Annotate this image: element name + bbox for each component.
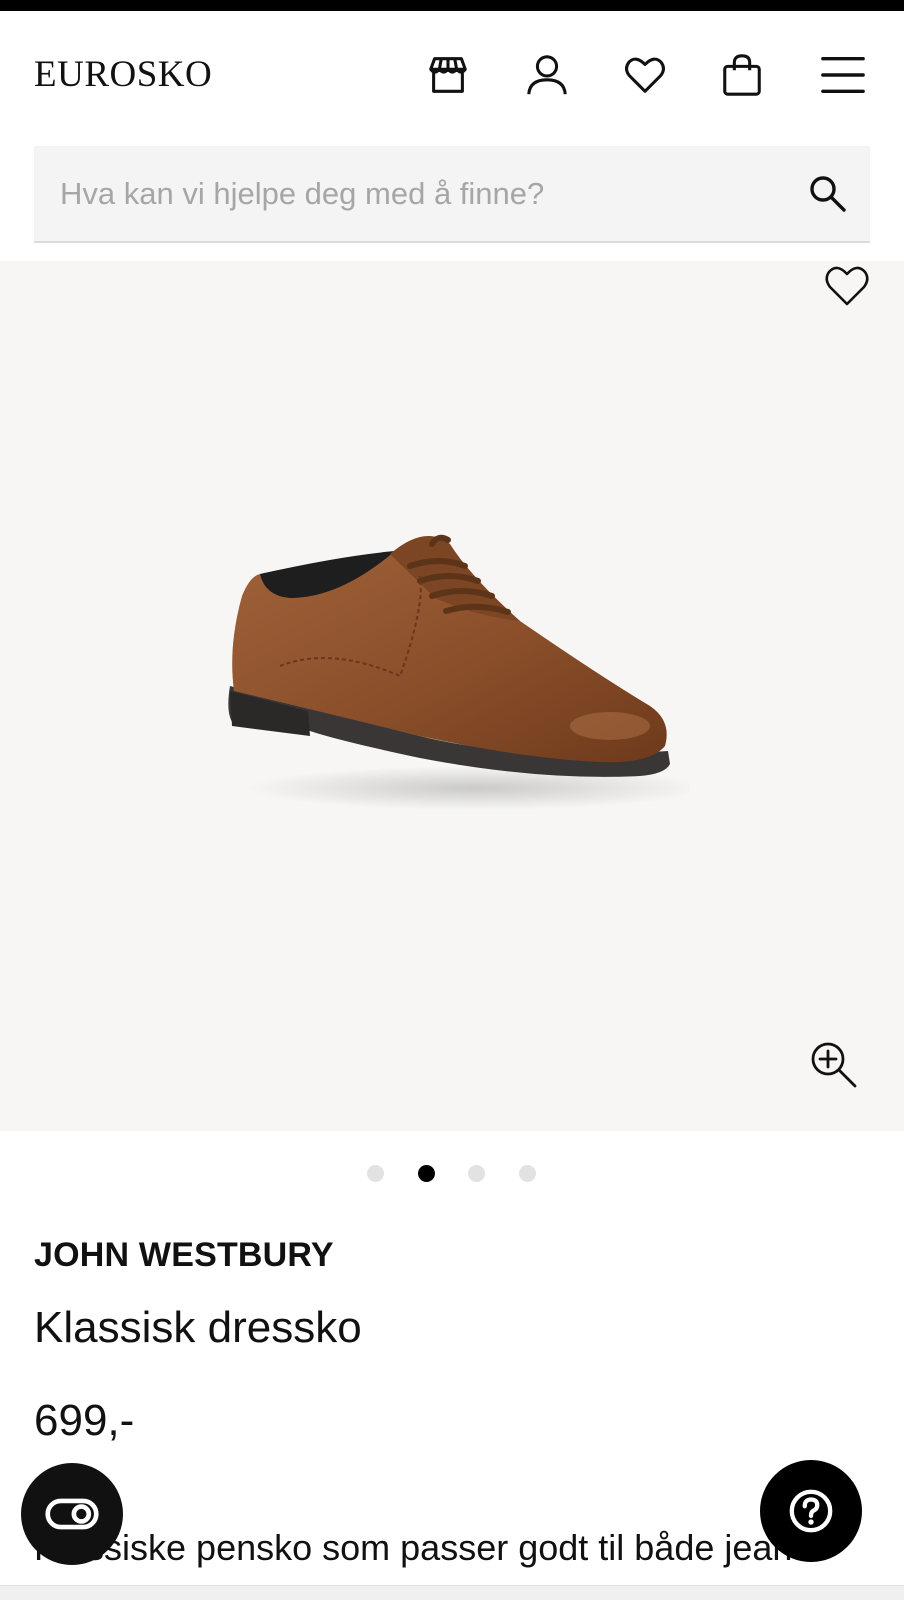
gallery-dot-1[interactable] xyxy=(367,1165,384,1182)
product-image-gallery[interactable] xyxy=(0,261,904,1131)
site-header: EUROSKO xyxy=(0,11,904,131)
search-bar xyxy=(34,146,870,243)
product-image xyxy=(228,534,690,810)
product-title: Klassisk dressko xyxy=(34,1303,362,1352)
search-icon[interactable] xyxy=(806,172,850,216)
product-brand[interactable]: JOHN WESTBURY xyxy=(34,1236,334,1275)
gallery-dot-4[interactable] xyxy=(519,1165,536,1182)
zoom-in-icon[interactable] xyxy=(808,1039,860,1091)
help-icon xyxy=(789,1489,833,1533)
search-input[interactable] xyxy=(34,146,794,241)
store-icon[interactable] xyxy=(424,51,472,99)
gallery-dot-2[interactable] xyxy=(418,1165,435,1182)
wishlist-icon[interactable] xyxy=(621,51,669,99)
cart-icon[interactable] xyxy=(718,51,766,99)
gallery-dot-3[interactable] xyxy=(468,1165,485,1182)
accessibility-toggle-button[interactable] xyxy=(21,1463,123,1565)
menu-icon[interactable] xyxy=(819,51,867,99)
eurosko-logo[interactable]: EUROSKO xyxy=(34,53,212,96)
gallery-pagination xyxy=(0,1164,904,1184)
status-bar xyxy=(0,0,904,11)
bottom-edge xyxy=(0,1585,904,1600)
help-button[interactable] xyxy=(760,1460,862,1562)
add-to-wishlist-icon[interactable] xyxy=(822,261,872,311)
product-price: 699,- xyxy=(34,1396,135,1445)
toggle-icon xyxy=(45,1498,99,1530)
account-icon[interactable] xyxy=(523,51,571,99)
